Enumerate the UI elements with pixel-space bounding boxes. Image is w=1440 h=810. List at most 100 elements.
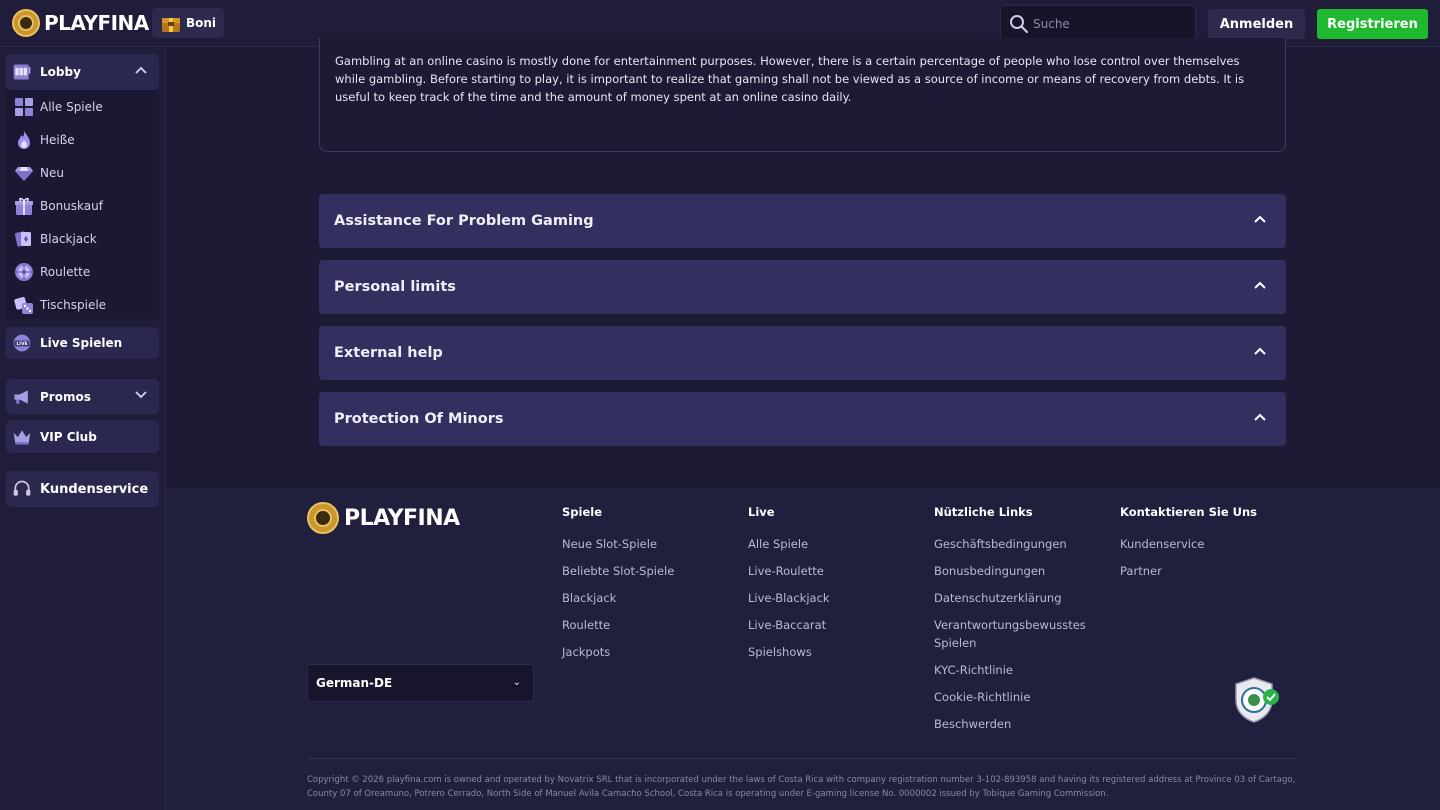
footer-link[interactable]: Blackjack <box>562 589 737 607</box>
footer-column-live: Live Alle Spiele Live-Roulette Live-Blac… <box>748 503 923 670</box>
login-button[interactable]: Anmelden <box>1208 9 1305 39</box>
search-box[interactable] <box>1000 5 1196 42</box>
coin-icon <box>307 502 339 534</box>
footer-link[interactable]: Verantwortungsbewusstes Spielen <box>934 616 1109 652</box>
coin-icon <box>12 9 40 37</box>
footer-link[interactable]: Geschäftsbedingungen <box>934 535 1109 553</box>
footer-link[interactable]: Live-Blackjack <box>748 589 923 607</box>
sidebar-item-label: Tischspiele <box>40 297 107 312</box>
roulette-icon <box>15 262 33 281</box>
chevron-down-icon[interactable] <box>135 391 147 399</box>
footer-column-title: Spiele <box>562 505 602 519</box>
sidebar-item-tischspiele[interactable]: Tischspiele <box>6 288 159 321</box>
brand-name: PLAYFINA <box>44 11 149 35</box>
lobby-submenu: Alle Spiele Heiße Neu Bonuskauf Blackjac… <box>6 90 159 319</box>
boni-button[interactable]: Boni <box>152 8 224 38</box>
boni-label: Boni <box>186 16 217 30</box>
responsible-gaming-intro: Gambling at an online casino is mostly d… <box>319 38 1286 152</box>
sidebar-item-label: Alle Spiele <box>40 99 103 114</box>
accordion-protection-of-minors[interactable]: Protection Of Minors <box>319 392 1286 446</box>
language-value: German-DE <box>316 676 393 690</box>
sidebar-item-label: Heiße <box>40 132 75 147</box>
sidebar-group-lobby[interactable]: Lobby <box>6 54 159 90</box>
chevron-down-icon: ⌄ <box>512 677 521 688</box>
footer-divider <box>307 758 1296 759</box>
accordion-personal-limits[interactable]: Personal limits <box>319 260 1286 314</box>
footer-link[interactable]: Live-Baccarat <box>748 616 923 634</box>
sidebar-item-vip-club[interactable]: VIP Club <box>6 420 159 453</box>
sidebar-promos-label: Promos <box>40 389 91 404</box>
chevron-up-icon <box>1254 413 1266 421</box>
sidebar-item-label: Blackjack <box>40 231 97 246</box>
footer-link[interactable]: Jackpots <box>562 643 737 661</box>
gift-icon <box>15 197 33 215</box>
sidebar-group-promos[interactable]: Promos <box>6 379 159 414</box>
footer-brand-name: PLAYFINA <box>344 505 460 531</box>
footer-logo[interactable]: PLAYFINA <box>307 502 460 534</box>
search-icon <box>1010 14 1029 33</box>
intro-paragraph: Gambling at an online casino is mostly d… <box>335 54 1245 104</box>
footer-link[interactable]: Kundenservice <box>1120 535 1295 553</box>
sidebar-item-blackjack[interactable]: Blackjack <box>6 222 159 255</box>
sidebar-item-label: Neu <box>40 165 64 180</box>
sidebar-item-alle-spiele[interactable]: Alle Spiele <box>6 90 159 123</box>
sidebar-item-live-spielen[interactable]: LIVE Live Spielen <box>6 327 159 359</box>
live-icon: LIVE <box>13 334 31 352</box>
sidebar-lobby-label: Lobby <box>40 64 81 79</box>
footer-link[interactable]: Neue Slot-Spiele <box>562 535 737 553</box>
slot-machine-icon <box>13 64 31 79</box>
sidebar-item-bonuskauf[interactable]: Bonuskauf <box>6 189 159 222</box>
accordion-title: Assistance For Problem Gaming <box>334 213 594 229</box>
megaphone-icon <box>14 389 28 404</box>
footer-link[interactable]: Beschwerden <box>934 715 1109 733</box>
search-input[interactable] <box>1033 16 1193 31</box>
copyright-text: Copyright © 2026 playfina.com is owned a… <box>307 775 1296 799</box>
footer-column-spiele: Spiele Neue Slot-Spiele Beliebte Slot-Sp… <box>562 503 737 670</box>
sidebar-support-label: Kundenservice <box>40 481 149 497</box>
crown-icon <box>13 429 31 444</box>
svg-text:LIVE: LIVE <box>16 341 27 347</box>
headset-icon <box>13 480 31 496</box>
register-button[interactable]: Registrieren <box>1317 9 1428 39</box>
footer-link[interactable]: Bonusbedingungen <box>934 562 1109 580</box>
playfina-logo[interactable]: PLAYFINA <box>12 9 149 37</box>
footer-link[interactable]: Live-Roulette <box>748 562 923 580</box>
accordion-title: External help <box>334 345 443 361</box>
sidebar-item-label: Roulette <box>40 264 91 279</box>
accordion-assistance-problem-gaming[interactable]: Assistance For Problem Gaming <box>319 194 1286 248</box>
sidebar-item-kundenservice[interactable]: Kundenservice <box>6 471 159 507</box>
sidebar-item-roulette[interactable]: Roulette <box>6 255 159 288</box>
footer-column-kontakt: Kontaktieren Sie Uns Kundenservice Partn… <box>1120 503 1295 589</box>
diamond-icon <box>15 166 33 181</box>
sidebar-item-heisse[interactable]: Heiße <box>6 123 159 156</box>
license-seal-icon[interactable] <box>1230 676 1282 724</box>
accordion-external-help[interactable]: External help <box>319 326 1286 380</box>
footer-link[interactable]: Spielshows <box>748 643 923 661</box>
accordion-title: Personal limits <box>334 279 456 295</box>
chevron-up-icon <box>1254 347 1266 355</box>
sidebar-item-label: Bonuskauf <box>40 198 103 213</box>
language-select[interactable]: German-DE ⌄ <box>307 664 534 702</box>
dice-icon <box>14 296 33 314</box>
chevron-up-icon <box>1254 281 1266 289</box>
flame-icon <box>18 130 30 149</box>
footer-column-title: Nützliche Links <box>934 505 1033 519</box>
footer-link[interactable]: Cookie-Richtlinie <box>934 688 1109 706</box>
sidebar-item-neu[interactable]: Neu <box>6 156 159 189</box>
footer-column-title: Live <box>748 505 775 519</box>
accordion-title: Protection Of Minors <box>334 411 504 427</box>
footer-link[interactable]: Alle Spiele <box>748 535 923 553</box>
footer-link[interactable]: KYC-Richtlinie <box>934 661 1109 679</box>
cards-icon <box>14 230 31 247</box>
footer-link[interactable]: Datenschutzerklärung <box>934 589 1109 607</box>
chevron-up-icon <box>1254 215 1266 223</box>
footer-column-title: Kontaktieren Sie Uns <box>1120 505 1258 519</box>
footer-link[interactable]: Roulette <box>562 616 737 634</box>
chevron-up-icon[interactable] <box>135 66 147 74</box>
sidebar-live-label: Live Spielen <box>40 336 123 350</box>
grid-icon <box>15 97 33 116</box>
footer-column-nuetzliche-links: Nützliche Links Geschäftsbedingungen Bon… <box>934 503 1109 742</box>
footer-link[interactable]: Beliebte Slot-Spiele <box>562 562 737 580</box>
sidebar-vip-label: VIP Club <box>40 429 97 444</box>
footer-link[interactable]: Partner <box>1120 562 1295 580</box>
